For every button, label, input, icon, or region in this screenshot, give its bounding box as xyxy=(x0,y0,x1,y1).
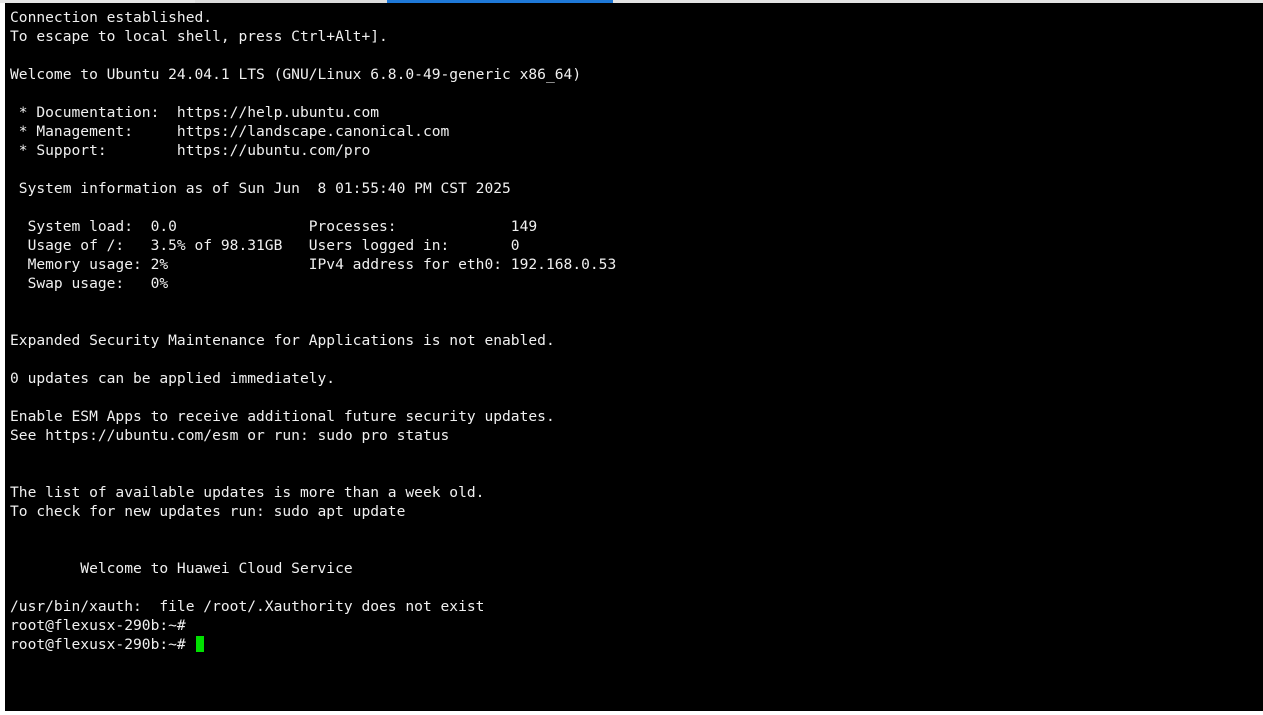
line-text: /usr/bin/xauth: file /root/.Xauthority d… xyxy=(10,598,485,615)
output-line xyxy=(10,521,616,540)
output-line xyxy=(10,312,616,331)
output-line: Swap usage: 0% xyxy=(10,274,616,293)
output-line xyxy=(10,578,616,597)
output-line: Memory usage: 2% IPv4 address for eth0: … xyxy=(10,255,617,274)
line-text: * Management: https://landscape.canonica… xyxy=(10,123,450,140)
terminal-window[interactable]: Connection established. To escape to loca… xyxy=(5,3,1263,711)
output-line: System load: 0.0 Processes: 149 xyxy=(10,217,616,236)
output-line: Welcome to Ubuntu 24.04.1 LTS (GNU/Linux… xyxy=(10,65,616,84)
output-line: Usage of /: 3.5% of 98.31GB Users logged… xyxy=(10,236,616,255)
line-text: Swap usage: 0% xyxy=(10,275,169,292)
terminal-output: Connection established. To escape to loca… xyxy=(10,8,616,654)
line-text: Usage of /: 3.5% of 98.31GB Users logged… xyxy=(10,237,520,254)
output-line: To escape to local shell, press Ctrl+Alt… xyxy=(10,27,616,46)
output-line: * Documentation: https://help.ubuntu.com xyxy=(10,103,616,122)
line-text: Welcome to Huawei Cloud Service xyxy=(10,560,353,577)
output-line xyxy=(10,293,616,312)
prompt-line: root@flexusx-290b:~# xyxy=(10,616,616,635)
output-line: Welcome to Huawei Cloud Service xyxy=(10,559,616,578)
line-text: The list of available updates is more th… xyxy=(10,484,485,501)
output-line: * Management: https://landscape.canonica… xyxy=(10,122,616,141)
output-line: Expanded Security Maintenance for Applic… xyxy=(10,331,616,350)
output-line xyxy=(10,464,616,483)
output-line: See https://ubuntu.com/esm or run: sudo … xyxy=(10,426,616,445)
output-line xyxy=(10,388,616,407)
output-line: * Support: https://ubuntu.com/pro xyxy=(10,141,616,160)
output-line: System information as of Sun Jun 8 01:55… xyxy=(10,179,616,198)
line-text: Connection established. xyxy=(10,9,213,26)
line-text: Memory usage: 2% IPv4 address for eth0: … xyxy=(10,256,617,273)
output-line: Enable ESM Apps to receive additional fu… xyxy=(10,407,616,426)
output-line xyxy=(10,198,616,217)
output-line xyxy=(10,350,616,369)
active-prompt-line[interactable]: root@flexusx-290b:~# xyxy=(10,635,616,654)
line-text: See https://ubuntu.com/esm or run: sudo … xyxy=(10,427,450,444)
output-line: 0 updates can be applied immediately. xyxy=(10,369,616,388)
line-text: System information as of Sun Jun 8 01:55… xyxy=(10,180,511,197)
line-text: root@flexusx-290b:~# xyxy=(10,617,186,634)
output-line xyxy=(10,540,616,559)
line-text: * Support: https://ubuntu.com/pro xyxy=(10,142,371,159)
line-text: To check for new updates run: sudo apt u… xyxy=(10,503,406,520)
line-text: 0 updates can be applied immediately. xyxy=(10,370,336,387)
output-line xyxy=(10,46,616,65)
line-text: root@flexusx-290b:~# xyxy=(10,636,195,653)
output-line xyxy=(10,445,616,464)
line-text: * Documentation: https://help.ubuntu.com xyxy=(10,104,380,121)
output-line xyxy=(10,160,616,179)
output-line: The list of available updates is more th… xyxy=(10,483,616,502)
output-line xyxy=(10,84,616,103)
line-text: Enable ESM Apps to receive additional fu… xyxy=(10,408,555,425)
output-line: /usr/bin/xauth: file /root/.Xauthority d… xyxy=(10,597,616,616)
output-line: To check for new updates run: sudo apt u… xyxy=(10,502,616,521)
line-text: To escape to local shell, press Ctrl+Alt… xyxy=(10,28,388,45)
output-line: Connection established. xyxy=(10,8,616,27)
terminal-cursor xyxy=(195,636,204,652)
line-text: Expanded Security Maintenance for Applic… xyxy=(10,332,555,349)
line-text: Welcome to Ubuntu 24.04.1 LTS (GNU/Linux… xyxy=(10,66,582,83)
line-text: System load: 0.0 Processes: 149 xyxy=(10,218,538,235)
